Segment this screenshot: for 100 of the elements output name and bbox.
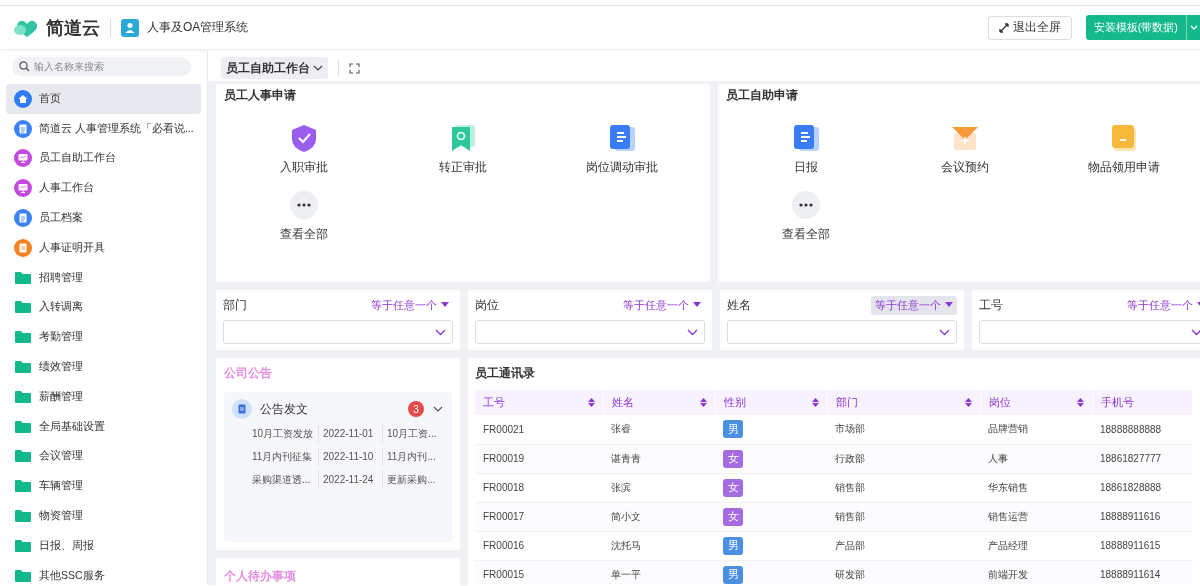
shortcut-item[interactable]: 入职审批 — [273, 122, 334, 177]
document-icon — [14, 209, 32, 228]
table-cell: 2022-11-01 — [318, 425, 382, 442]
gender-tag: 女 — [723, 449, 743, 468]
select-field[interactable] — [979, 320, 1200, 344]
sidebar-item[interactable]: 全局基础设置 — [6, 411, 201, 442]
sidebar-item[interactable]: 会议管理 — [6, 441, 201, 472]
column-header[interactable]: 部门 — [827, 390, 980, 415]
operator-dropdown[interactable]: 等于任意一个 — [871, 295, 957, 315]
table-cell: 2022-11-24 — [318, 471, 382, 488]
table-cell: 沈托马 — [603, 531, 715, 560]
document-icon — [14, 238, 32, 257]
table-cell: 简小文 — [603, 502, 715, 531]
search-field[interactable]: 输入名称来搜索 — [12, 57, 191, 76]
table-cell: 销售运营 — [980, 502, 1092, 531]
sidebar-item[interactable]: 物资管理 — [6, 501, 201, 531]
caret-icon — [945, 302, 953, 308]
group-name: 公告发文 — [260, 400, 309, 418]
select-field[interactable] — [727, 320, 957, 344]
sidebar-item[interactable]: 人事证明开具 — [6, 233, 201, 263]
column-header[interactable]: 岗位 — [980, 390, 1092, 415]
table-cell: 华东销售 — [980, 473, 1092, 502]
table-cell: 更新采购... — [382, 471, 444, 488]
caret-icon — [693, 302, 701, 308]
shortcut-item[interactable]: 查看全部 — [273, 189, 334, 244]
card-title: 公司公告 — [224, 365, 273, 382]
table-cell: 10月工资... — [382, 425, 444, 442]
shrink-icon — [998, 22, 1009, 33]
document-icon — [232, 399, 252, 419]
chevron-down-icon — [1191, 328, 1200, 336]
operator-dropdown[interactable]: 等于任意一个 — [1123, 295, 1200, 315]
column-header[interactable]: 工号 — [475, 390, 603, 415]
table-cell: FR00021 — [475, 415, 603, 444]
table-cell: 产品经理 — [980, 531, 1092, 560]
sort-icon — [811, 398, 819, 407]
sidebar-item[interactable]: 首页 — [6, 84, 201, 114]
sidebar-item[interactable]: 招聘管理 — [6, 262, 201, 293]
shortcut-item[interactable]: 物品领用申请 — [1082, 122, 1167, 177]
sidebar-item[interactable]: 员工自助工作台 — [6, 143, 201, 174]
table-cell: 行政部 — [827, 444, 980, 473]
shortcut-item[interactable]: 岗位调动审批 — [580, 122, 665, 177]
gender-tag: 男 — [723, 420, 743, 439]
table-cell: 研发部 — [827, 560, 980, 585]
sort-icon — [587, 398, 595, 407]
chevron-down-icon — [435, 328, 446, 336]
caret-icon — [441, 302, 449, 308]
table-cell: FR00018 — [475, 473, 603, 502]
table-cell: 单一平 — [603, 560, 715, 585]
sort-icon — [964, 398, 972, 407]
sidebar-item[interactable]: 日报、周报 — [6, 530, 201, 561]
column-header[interactable]: 手机号 — [1092, 390, 1192, 415]
table-cell: 18888911614 — [1092, 560, 1192, 585]
shortcut-item[interactable]: 转正审批 — [433, 122, 493, 177]
table-cell: 前端开发 — [980, 560, 1092, 585]
table-cell: FR00019 — [475, 444, 603, 473]
table-cell: 18861828888 — [1092, 473, 1192, 502]
operator-dropdown[interactable]: 等于任意一个 — [367, 295, 453, 315]
filter-label: 部门 — [223, 296, 247, 314]
dashboard-dropdown[interactable]: 员工自助工作台 — [221, 57, 328, 79]
sidebar-item[interactable]: 人事工作台 — [6, 173, 201, 204]
caret-icon — [1190, 24, 1198, 31]
column-header[interactable]: 性别 — [715, 390, 827, 415]
table-cell: 谌青青 — [603, 444, 715, 473]
home-icon — [14, 89, 32, 108]
shortcut-item[interactable]: 查看全部 — [775, 189, 836, 244]
select-field[interactable] — [223, 320, 453, 344]
filter-label: 姓名 — [727, 296, 751, 314]
app-icon — [121, 18, 139, 37]
sidebar-item[interactable]: 入转调离 — [6, 292, 201, 323]
filter-label: 岗位 — [475, 296, 499, 314]
sidebar-item[interactable]: 薪酬管理 — [6, 381, 201, 412]
shortcut-item[interactable]: 会议预约 — [935, 122, 995, 177]
column-header[interactable]: 姓名 — [603, 390, 715, 415]
sidebar-item[interactable]: 简道云 人事管理系统「必看说... — [6, 113, 201, 144]
table-cell: 18888911615 — [1092, 531, 1192, 560]
sidebar-item[interactable]: 员工档案 — [6, 203, 201, 233]
chevron-down-icon — [313, 65, 323, 71]
document-icon — [607, 123, 638, 153]
panel-title: 员工人事申请 — [224, 87, 297, 104]
table-cell-text: 采购渠道透... — [252, 473, 312, 487]
shortcut-item[interactable]: 日报 — [784, 122, 827, 177]
table-cell: 市场部 — [827, 415, 980, 444]
table-cell: 11月内刊... — [382, 448, 444, 465]
select-field[interactable] — [475, 320, 705, 344]
monitor-icon — [14, 179, 32, 198]
table-cell: 人事 — [980, 444, 1092, 473]
exit-fullscreen-button[interactable]: 退出全屏 — [987, 15, 1072, 40]
gender-tag: 男 — [723, 536, 743, 555]
table-cell: 2022-11-10 — [318, 448, 382, 465]
table-cell: FR00016 — [475, 531, 603, 560]
sidebar-item[interactable]: 车辆管理 — [6, 471, 201, 502]
document-icon — [14, 119, 32, 138]
sidebar-item[interactable]: 考勤管理 — [6, 322, 201, 353]
operator-dropdown[interactable]: 等于任意一个 — [619, 295, 705, 315]
sort-icon — [699, 398, 707, 407]
dropdown-button[interactable] — [1186, 15, 1200, 40]
sidebar-item[interactable]: 绩效管理 — [6, 352, 201, 382]
card-title: 个人待办事项 — [224, 568, 297, 585]
panel-title: 员工自助申请 — [726, 87, 799, 104]
sidebar-item[interactable]: 其他SSC服务 — [6, 560, 201, 585]
